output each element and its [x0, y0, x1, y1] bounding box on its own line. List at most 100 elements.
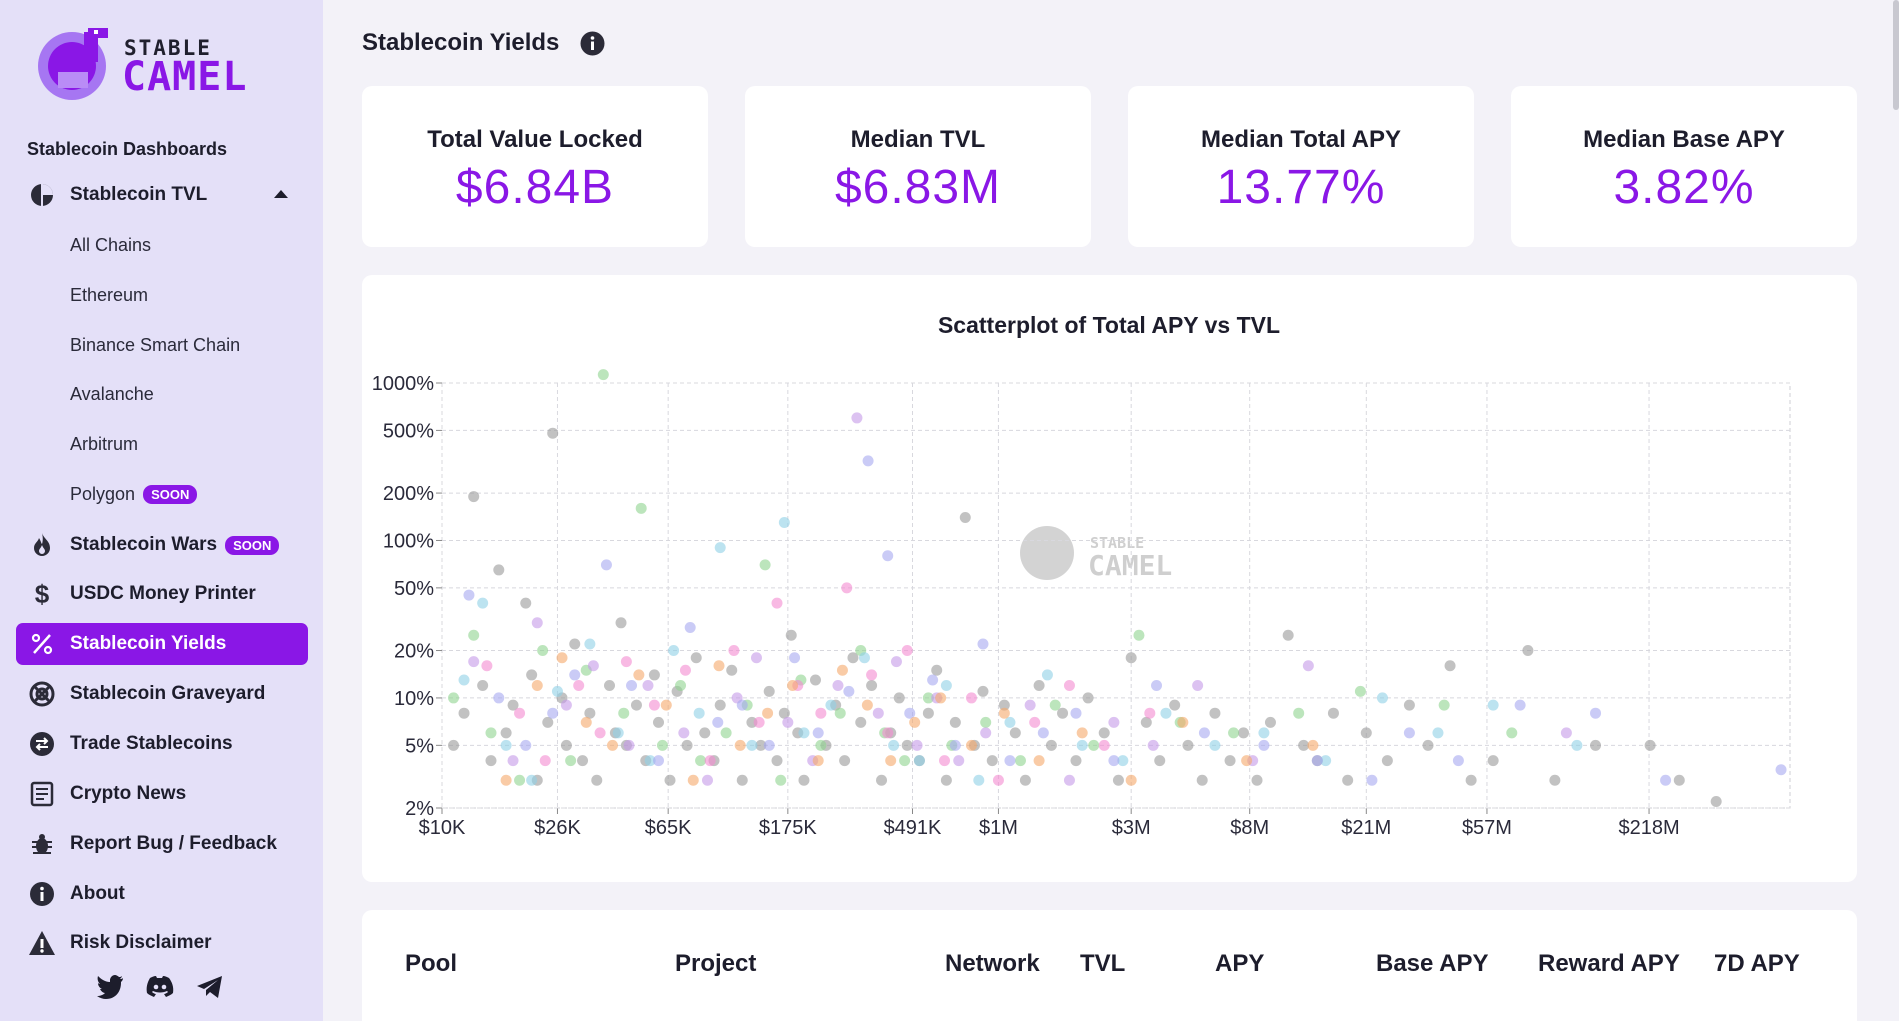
scatter-point — [485, 727, 497, 739]
scatter-point — [728, 645, 740, 657]
scatter-point — [763, 739, 775, 751]
scatter-point — [1224, 755, 1236, 767]
scatter-point — [693, 707, 705, 719]
sidebar-subitem-arbitrum[interactable]: Arbitrum — [70, 429, 138, 459]
scatter-point — [594, 727, 606, 739]
y-tick-label: 2% — [405, 798, 434, 820]
scatter-point — [1228, 727, 1240, 739]
scatter-point — [633, 669, 645, 681]
sidebar-item-label: Stablecoin Graveyard — [70, 683, 266, 704]
sidebar-item-risk-disclaimer[interactable]: Risk Disclaimer — [16, 922, 308, 964]
stat-card-median-tvl: Median TVL $6.83M — [745, 86, 1091, 247]
sidebar-subitem-avalanche[interactable]: Avalanche — [70, 379, 154, 409]
scatter-point — [1660, 774, 1672, 786]
scatter-point — [1775, 764, 1787, 776]
scatter-point — [839, 755, 851, 767]
discord-icon[interactable] — [145, 972, 175, 1002]
scatter-point — [812, 727, 824, 739]
scatter-point — [573, 679, 585, 691]
scatter-point — [720, 727, 732, 739]
scatter-point — [1063, 679, 1075, 691]
scatter-point — [935, 692, 947, 704]
scatter-point — [1133, 629, 1145, 641]
table-header-base-apy[interactable]: Base APY — [1376, 950, 1489, 978]
scatter-point — [648, 699, 660, 711]
scatter-point — [468, 491, 480, 503]
scatter-point — [798, 727, 810, 739]
scatter-chart-card: Scatterplot of Total APY vs TVL STABLE CAM… — [362, 275, 1857, 882]
sidebar-item-stablecoin-wars[interactable]: Stablecoin Wars SOON — [16, 524, 308, 566]
table-header-7d-apy[interactable]: 7D APY — [1714, 950, 1800, 978]
scatter-point — [652, 716, 664, 728]
page-scrollbar[interactable] — [1893, 0, 1899, 110]
scatter-point — [648, 669, 660, 681]
scatter-point — [940, 679, 952, 691]
scatter-point — [789, 652, 801, 664]
x-tick-label: $491K — [884, 817, 942, 839]
x-tick-label: $26K — [534, 817, 581, 839]
twitter-icon[interactable] — [95, 972, 125, 1002]
scatter-point — [812, 755, 824, 767]
news-icon — [28, 780, 56, 808]
scatter-point — [771, 597, 783, 609]
scatter-point — [684, 622, 696, 634]
scatter-point — [1381, 755, 1393, 767]
table-header-reward-apy[interactable]: Reward APY — [1538, 950, 1680, 978]
table-header-pool[interactable]: Pool — [405, 950, 457, 978]
sidebar-item-stablecoin-graveyard[interactable]: Stablecoin Graveyard — [16, 673, 308, 715]
scatter-point — [1444, 660, 1456, 672]
sidebar-subitem-ethereum[interactable]: Ethereum — [70, 280, 148, 310]
sidebar-item-stablecoin-yields[interactable]: Stablecoin Yields — [16, 623, 308, 665]
scatter-chart[interactable]: Scatterplot of Total APY vs TVL STABLECAM… — [362, 275, 1857, 882]
caret-up-icon[interactable] — [274, 190, 288, 198]
scatter-point — [913, 755, 925, 767]
table-header-project[interactable]: Project — [675, 950, 756, 978]
pie-chart-icon — [28, 181, 56, 209]
scatter-point — [931, 664, 943, 676]
scatter-point — [580, 716, 592, 728]
scatter-point — [626, 679, 638, 691]
scatter-point — [939, 755, 951, 767]
scatter-point — [763, 685, 775, 697]
section-title-dashboards: Stablecoin Dashboards — [27, 139, 228, 159]
scatter-point — [1014, 755, 1026, 767]
scatter-point — [507, 755, 519, 767]
table-header-tvl[interactable]: TVL — [1080, 950, 1125, 978]
sidebar-subitem-polygon[interactable]: Polygon SOON — [70, 479, 198, 509]
telegram-icon[interactable] — [195, 972, 225, 1002]
scatter-point — [1037, 727, 1049, 739]
scatter-point — [714, 542, 726, 554]
scatter-point — [1307, 739, 1319, 751]
camel-logo-icon — [38, 28, 108, 100]
table-header-apy[interactable]: APY — [1215, 950, 1264, 978]
scatter-point — [591, 774, 603, 786]
scatter-point — [1452, 755, 1464, 767]
scatter-point — [753, 716, 765, 728]
scatter-point — [699, 727, 711, 739]
scatter-point — [1169, 699, 1181, 711]
scatter-point — [836, 664, 848, 676]
scatter-point — [537, 645, 549, 657]
scatter-point — [701, 774, 713, 786]
scatter-point — [1302, 660, 1314, 672]
scatter-point — [531, 679, 543, 691]
sidebar-item-usdc-money-printer[interactable]: $ USDC Money Printer — [16, 573, 308, 615]
table-header-network[interactable]: Network — [945, 950, 1040, 978]
scatter-point — [635, 502, 647, 514]
sidebar-item-report-bug[interactable]: Report Bug / Feedback — [16, 823, 308, 865]
sidebar-item-trade-stablecoins[interactable]: Trade Stablecoins — [16, 723, 308, 765]
info-icon[interactable] — [580, 31, 605, 56]
scatter-point — [481, 660, 493, 672]
scatter-point — [630, 699, 642, 711]
sidebar-item-crypto-news[interactable]: Crypto News — [16, 773, 308, 815]
x-tick-label: $10K — [419, 817, 466, 839]
sidebar-item-about[interactable]: About — [16, 873, 308, 915]
y-tick-label: 20% — [394, 641, 434, 663]
scatter-point — [569, 669, 581, 681]
swap-icon — [28, 730, 56, 758]
sidebar-subitem-all-chains[interactable]: All Chains — [70, 230, 151, 260]
scatter-point — [1041, 669, 1053, 681]
sidebar-subitem-binance-smart-chain[interactable]: Binance Smart Chain — [70, 330, 240, 360]
sidebar-item-stablecoin-tvl[interactable]: Stablecoin TVL — [16, 174, 308, 216]
stable-camel-logo[interactable]: STABLE CAMEL — [28, 22, 278, 102]
